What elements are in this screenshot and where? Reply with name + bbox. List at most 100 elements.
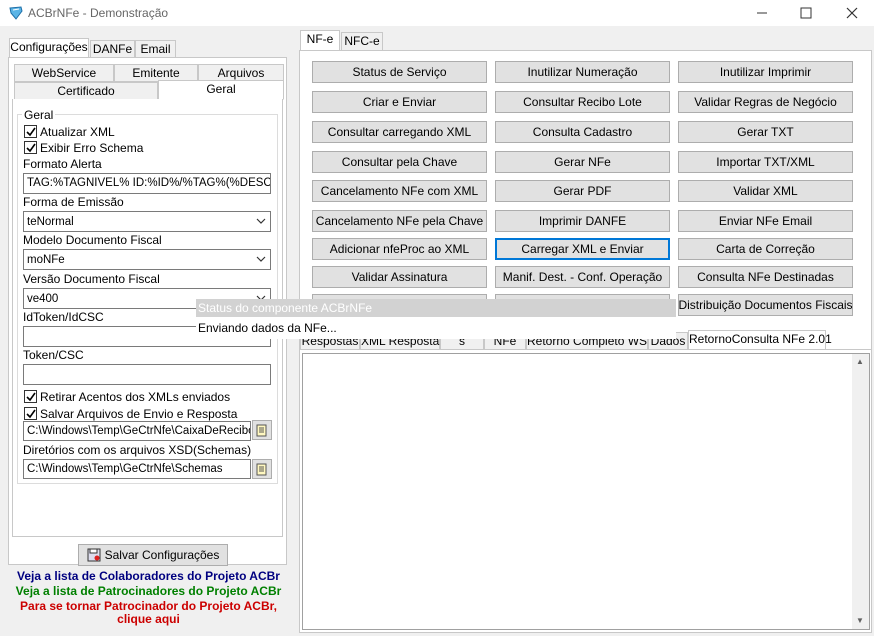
subtab-geral-label: Geral [206,82,236,96]
idtoken-label: IdToken/IdCSC [23,310,104,324]
forma-emissao-label: Forma de Emissão [23,195,124,209]
action-button-label: Consultar pela Chave [341,155,458,169]
close-button[interactable] [830,0,874,26]
status-popup-title: Status do componente ACBrNFe [196,299,676,317]
subtab-webservice[interactable]: WebService [14,64,114,82]
modelo-label: Modelo Documento Fiscal [23,233,162,247]
action-button-r3-c2[interactable]: Importar TXT/XML [678,151,853,173]
action-button-label: Distribuição Documentos Fiscais [678,298,853,312]
browse-salvar-button[interactable] [252,420,272,440]
action-button-r5-c2[interactable]: Enviar NFe Email [678,210,853,232]
action-button-r7-c0[interactable]: Validar Assinatura [312,266,487,288]
action-button-r1-c0[interactable]: Criar e Enviar [312,91,487,113]
action-button-label: Adicionar nfeProc ao XML [329,242,470,256]
action-button-r6-c1[interactable]: Carregar XML e Enviar [495,238,670,260]
action-button-label: Validar Assinatura [351,270,448,284]
chevron-down-icon [256,218,266,224]
tab-danfe[interactable]: DANFe [90,40,135,58]
save-icon [87,548,101,562]
geral-group-title: Geral [22,108,56,122]
action-button-r5-c0[interactable]: Cancelamento NFe pela Chave [312,210,487,232]
action-button-label: Cancelamento NFe pela Chave [315,214,484,228]
salvar-config-button[interactable]: Salvar Configurações [78,544,228,566]
tab-configuracoes[interactable]: Configurações [9,38,89,58]
action-button-r8-c2[interactable]: Distribuição Documentos Fiscais [678,294,853,316]
forma-emissao-value: teNormal [27,216,74,228]
link-tornar-patrocinador[interactable]: Para se tornar Patrocinador do Projeto A… [4,599,293,613]
action-button-label: Gerar PDF [553,184,612,198]
tab-nfe[interactable]: NF-e [300,30,340,51]
tab-email-label: Email [140,42,171,56]
action-button-r6-c0[interactable]: Adicionar nfeProc ao XML [312,238,487,260]
action-button-label: Consulta Cadastro [532,125,633,139]
action-button-label: Consultar Recibo Lote [523,95,642,109]
action-button-label: Imprimir DANFE [538,214,627,228]
retirar-acentos-checkbox[interactable] [24,390,37,403]
formato-alerta-input[interactable]: TAG:%TAGNIVEL% ID:%ID%/%TAG%(%DESCRICAO% [23,173,271,194]
exibir-erro-checkbox[interactable] [24,141,37,154]
action-button-label: Carregar XML e Enviar [521,242,644,256]
status-popup-message: Enviando dados da NFe... [198,321,337,335]
action-button-r0-c2[interactable]: Inutilizar Imprimir [678,61,853,83]
browse-schemas-button[interactable] [252,459,272,479]
folder-browse-icon [256,463,267,475]
action-button-r2-c1[interactable]: Consulta Cadastro [495,121,670,143]
app-icon [8,5,24,21]
forma-emissao-select[interactable]: teNormal [23,211,271,232]
action-button-r7-c2[interactable]: Consulta NFe Destinadas [678,266,853,288]
action-button-r1-c1[interactable]: Consultar Recibo Lote [495,91,670,113]
action-button-label: Status de Serviço [352,65,447,79]
subtab-emitente-label: Emitente [132,66,180,80]
exibir-erro-label: Exibir Erro Schema [40,141,144,155]
folder-browse-icon [256,424,267,436]
scroll-up-icon[interactable]: ▲ [856,357,864,366]
path-schemas-input[interactable]: C:\Windows\Temp\GeCtrNfe\Schemas [23,459,251,479]
action-button-r0-c1[interactable]: Inutilizar Numeração [495,61,670,83]
status-popup: Status do componente ACBrNFe Enviando da… [196,299,676,339]
tab-nfe-label: NF-e [306,32,334,46]
action-button-label: Inutilizar Numeração [527,65,638,79]
token-input[interactable] [23,364,271,385]
modelo-value: moNFe [27,254,65,266]
action-button-r0-c0[interactable]: Status de Serviço [312,61,487,83]
action-button-r4-c2[interactable]: Validar XML [678,180,853,202]
action-button-label: Importar TXT/XML [716,155,815,169]
salvar-config-label: Salvar Configurações [104,548,220,562]
action-button-r2-c0[interactable]: Consultar carregando XML [312,121,487,143]
subtab-arquivos-label: Arquivos [217,66,265,80]
action-button-r3-c1[interactable]: Gerar NFe [495,151,670,173]
retorno-memo[interactable] [302,353,870,630]
memo-scrollbar[interactable]: ▲ ▼ [852,354,869,629]
action-button-r5-c1[interactable]: Imprimir DANFE [495,210,670,232]
action-button-r3-c0[interactable]: Consultar pela Chave [312,151,487,173]
tab-nfce-label: NFC-e [344,34,380,48]
atualizar-xml-checkbox[interactable] [24,125,37,138]
subtab-certificado-label: Certificado [57,84,115,98]
link-patrocinadores[interactable]: Veja a lista de Patrocinadores do Projet… [4,584,293,598]
subtab-geral[interactable]: Geral [158,80,284,100]
modelo-select[interactable]: moNFe [23,249,271,270]
action-button-r2-c2[interactable]: Gerar TXT [678,121,853,143]
versao-value: ve400 [27,293,59,305]
link-clique-aqui[interactable]: clique aqui [4,612,293,626]
salvar-arquivos-checkbox[interactable] [24,407,37,420]
action-button-r4-c1[interactable]: Gerar PDF [495,180,670,202]
retirar-acentos-label: Retirar Acentos dos XMLs enviados [40,390,231,404]
tab-nfce[interactable]: NFC-e [341,32,383,51]
action-button-r6-c2[interactable]: Carta de Correção [678,238,853,260]
action-button-label: Carta de Correção [716,242,815,256]
link-colaboradores[interactable]: Veja a lista de Colaboradores do Projeto… [4,569,293,583]
maximize-button[interactable] [784,0,828,26]
tab-retorno-consulta[interactable]: RetornoConsulta NFe 2.01 [688,330,832,350]
action-button-r1-c2[interactable]: Validar Regras de Negócio [678,91,853,113]
tab-email[interactable]: Email [135,40,176,58]
subtab-certificado[interactable]: Certificado [14,82,158,100]
action-button-r7-c1[interactable]: Manif. Dest. - Conf. Operação [495,266,670,288]
action-button-label: Criar e Enviar [362,95,437,109]
chevron-down-icon [256,256,266,262]
tab-danfe-label: DANFe [92,42,133,56]
minimize-button[interactable] [740,0,784,26]
scroll-down-icon[interactable]: ▼ [856,616,864,625]
path-salvar-input[interactable]: C:\Windows\Temp\GeCtrNfe\CaixaDeRecibos [23,421,251,441]
action-button-r4-c0[interactable]: Cancelamento NFe com XML [312,180,487,202]
